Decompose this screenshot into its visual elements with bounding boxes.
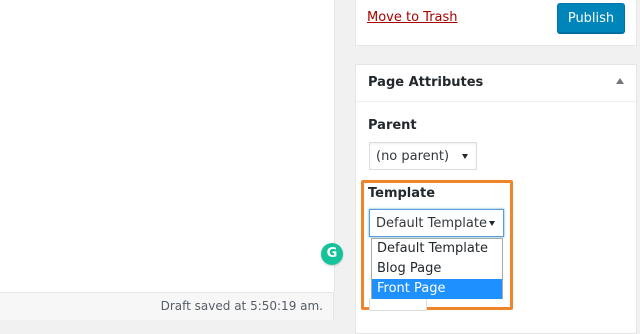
parent-label: Parent xyxy=(368,118,417,133)
move-to-trash-link[interactable]: Move to Trash xyxy=(367,10,458,25)
template-select-value: Default Template xyxy=(376,216,487,231)
template-select[interactable]: Default Template xyxy=(369,209,504,237)
template-option-default[interactable]: Default Template xyxy=(372,239,502,259)
publish-button[interactable]: Publish xyxy=(557,3,625,33)
publish-box: Move to Trash Publish xyxy=(355,0,637,46)
template-option-blog-page[interactable]: Blog Page xyxy=(372,259,502,279)
parent-select[interactable]: (no parent) xyxy=(369,142,477,170)
collapse-arrow-icon[interactable] xyxy=(616,78,624,84)
template-label: Template xyxy=(368,186,436,201)
page-attributes-header[interactable]: Page Attributes xyxy=(356,65,636,102)
page-attributes-title: Page Attributes xyxy=(368,75,484,90)
editor-area[interactable] xyxy=(0,0,335,292)
grammarly-icon[interactable]: G xyxy=(321,243,343,265)
template-dropdown-list[interactable]: Default Template Blog Page Front Page xyxy=(371,238,503,299)
template-option-front-page[interactable]: Front Page xyxy=(372,279,502,299)
partially-hidden-control xyxy=(369,299,427,311)
status-bar: Draft saved at 5:50:19 am. xyxy=(0,292,334,320)
parent-select-value: (no parent) xyxy=(376,149,450,164)
chevron-down-icon xyxy=(489,221,495,226)
chevron-down-icon xyxy=(462,154,468,159)
draft-saved-status: Draft saved at 5:50:19 am. xyxy=(160,299,323,313)
